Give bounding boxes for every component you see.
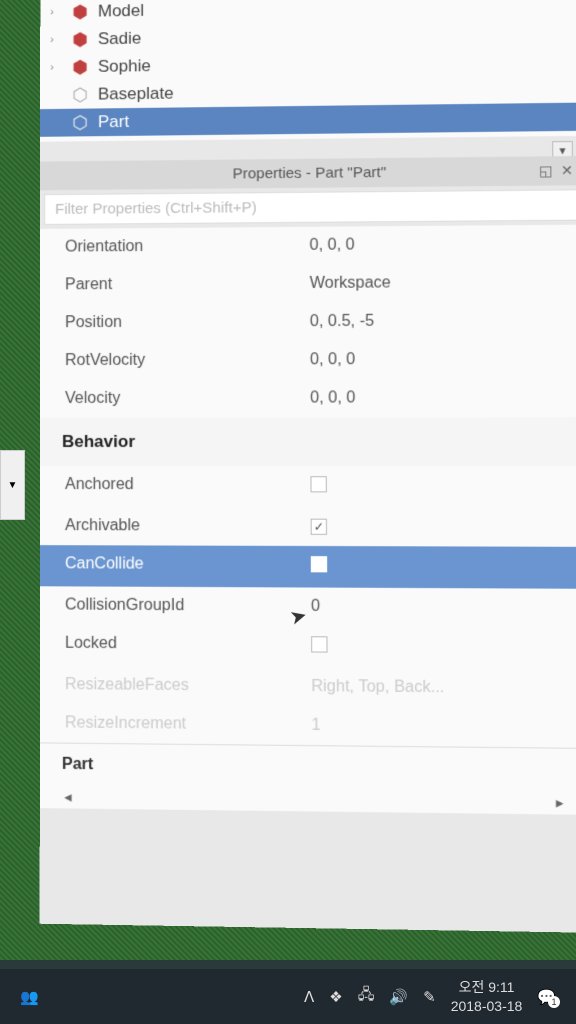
scroll-left-icon[interactable]: ◄ xyxy=(62,790,74,804)
tree-label: Model xyxy=(98,1,144,21)
checkbox-locked[interactable] xyxy=(311,636,327,652)
prop-label: RotVelocity xyxy=(65,351,310,370)
explorer-panel: › ⬢ Model › ⬢ Sadie › ⬢ Sophie ⬡ Basepla… xyxy=(40,0,576,142)
prop-label: Archivable xyxy=(65,517,311,536)
prop-label: Parent xyxy=(65,275,310,294)
prop-label: CanCollide xyxy=(65,555,311,577)
prop-velocity[interactable]: Velocity 0, 0, 0 xyxy=(40,379,576,418)
notification-count: 1 xyxy=(548,996,560,1008)
studio-panels: › ⬢ Model › ⬢ Sadie › ⬢ Sophie ⬡ Basepla… xyxy=(40,0,576,933)
prop-value[interactable]: 0, 0.5, -5 xyxy=(310,312,559,331)
prop-value[interactable]: 0, 0, 0 xyxy=(310,350,559,369)
prop-label: Position xyxy=(65,313,310,332)
prop-label: Anchored xyxy=(65,476,311,497)
clock-time: 오전 9:11 xyxy=(451,978,523,996)
prop-parent[interactable]: Parent Workspace xyxy=(40,263,576,304)
prop-position[interactable]: Position 0, 0.5, -5 xyxy=(40,302,576,343)
tree-label: Baseplate xyxy=(98,84,174,105)
tree-item-part[interactable]: ⬡ Part xyxy=(40,103,576,137)
taskbar: 👥 ᐱ ❖ 🖧 🔊 ✎ 오전 9:11 2018-03-18 💬1 xyxy=(0,969,576,1024)
model-icon: ⬢ xyxy=(70,2,90,22)
prop-value[interactable]: 0, 0, 0 xyxy=(309,235,558,255)
model-icon: ⬢ xyxy=(70,57,90,77)
properties-body: Orientation 0, 0, 0 Parent Workspace Pos… xyxy=(40,225,576,815)
model-icon: ⬢ xyxy=(70,29,90,49)
prop-archivable[interactable]: Archivable ✓ xyxy=(40,507,576,547)
prop-value[interactable]: Workspace xyxy=(310,273,559,293)
scroll-right-icon[interactable]: ► xyxy=(554,796,567,811)
clock-date: 2018-03-18 xyxy=(451,997,523,1015)
prop-value: 1 xyxy=(311,717,562,738)
prop-label: CollisionGroupId xyxy=(65,596,311,615)
prop-orientation[interactable]: Orientation 0, 0, 0 xyxy=(40,225,576,267)
prop-anchored[interactable]: Anchored xyxy=(40,466,576,508)
chevron-icon[interactable]: › xyxy=(50,61,62,73)
dropbox-icon[interactable]: ❖ xyxy=(329,988,342,1006)
notification-icon[interactable]: 💬1 xyxy=(537,988,556,1006)
input-icon[interactable]: ✎ xyxy=(423,988,436,1006)
chevron-icon[interactable]: › xyxy=(50,6,62,18)
filter-placeholder: Filter Properties (Ctrl+Shift+P) xyxy=(55,199,257,218)
chevron-icon[interactable]: › xyxy=(50,34,62,46)
checkbox-cancollide[interactable] xyxy=(311,556,327,572)
part-section[interactable]: Part xyxy=(40,742,576,792)
prop-label: Velocity xyxy=(65,389,310,408)
close-icon[interactable]: ✕ xyxy=(561,162,573,179)
network-icon[interactable]: 🖧 xyxy=(358,984,375,1009)
clock[interactable]: 오전 9:11 2018-03-18 xyxy=(451,978,523,1014)
prop-value[interactable]: 0 xyxy=(311,598,561,618)
prop-label: ResizeableFaces xyxy=(65,676,311,696)
tree-label: Sadie xyxy=(98,29,141,49)
prop-cancollide[interactable]: CanCollide xyxy=(40,545,576,589)
tray-chevron-icon[interactable]: ᐱ xyxy=(304,988,314,1006)
undock-icon[interactable]: ◱ xyxy=(539,162,553,179)
prop-value: Right, Top, Back... xyxy=(311,678,562,698)
prop-rotvelocity[interactable]: RotVelocity 0, 0, 0 xyxy=(40,340,576,380)
prop-value[interactable]: 0, 0, 0 xyxy=(310,389,559,408)
prop-resizeincrement: ResizeIncrement 1 xyxy=(40,704,576,748)
tree-label: Part xyxy=(98,112,129,132)
prop-resizeablefaces: ResizeableFaces Right, Top, Back... xyxy=(40,666,576,709)
part-icon: ⬡ xyxy=(70,113,90,133)
behavior-section[interactable]: Behavior xyxy=(40,417,576,466)
checkbox-anchored[interactable] xyxy=(310,476,326,492)
properties-title: Properties - Part "Part" xyxy=(233,164,387,182)
people-icon[interactable]: 👥 xyxy=(20,988,39,1006)
prop-locked[interactable]: Locked xyxy=(40,624,576,669)
prop-label: ResizeIncrement xyxy=(65,714,312,735)
horizontal-scroll[interactable]: ◄ ► xyxy=(40,786,576,815)
filter-input[interactable]: Filter Properties (Ctrl+Shift+P) xyxy=(44,189,576,225)
tree-label: Sophie xyxy=(98,56,151,77)
part-icon: ⬡ xyxy=(70,85,90,105)
prop-label: Locked xyxy=(65,635,311,658)
prop-label: Orientation xyxy=(65,237,310,257)
volume-icon[interactable]: 🔊 xyxy=(389,988,408,1006)
checkbox-archivable[interactable]: ✓ xyxy=(311,519,327,535)
left-panel-scroll[interactable]: ▼ xyxy=(0,450,25,520)
properties-header: Properties - Part "Part" ◱ ✕ xyxy=(40,156,576,190)
